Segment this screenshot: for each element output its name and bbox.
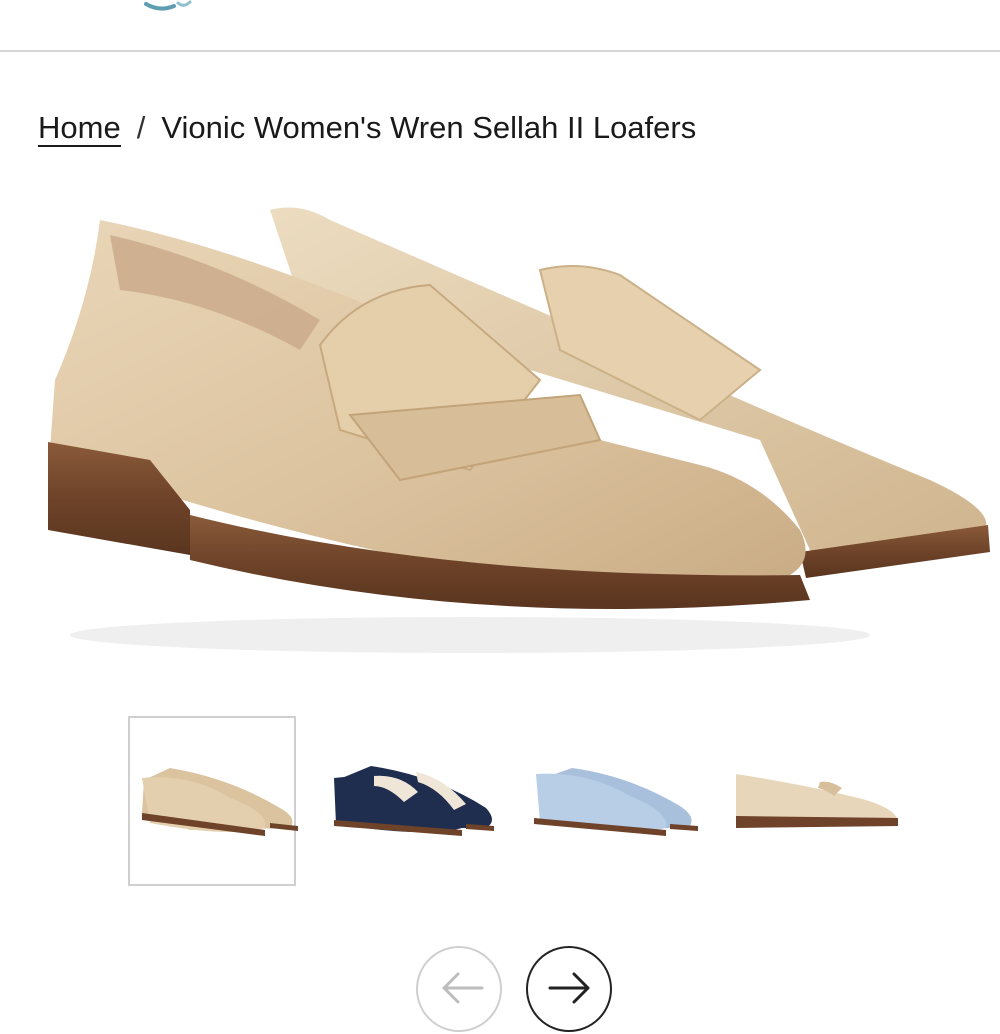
breadcrumb: Home / Vionic Women's Wren Sellah II Loafe… — [38, 106, 696, 150]
gallery-prev-button[interactable] — [416, 946, 502, 1032]
main-product-image[interactable] — [0, 180, 1000, 680]
thumbnail-strip — [0, 716, 1000, 892]
loafer-pair-image — [48, 207, 990, 653]
gold-loafer-thumb-image — [142, 768, 298, 836]
navy-loafer-thumb-image — [334, 766, 494, 836]
vionic-logo-icon[interactable] — [140, 0, 210, 16]
blue-loafer-thumb-image — [534, 768, 698, 836]
thumbnail-gold-side[interactable] — [730, 716, 898, 886]
breadcrumb-current-page: Vionic Women's Wren Sellah II Loafers — [161, 110, 697, 145]
arrow-right-icon — [548, 972, 590, 1004]
gold-loafer-side-thumb-image — [736, 774, 898, 828]
thumbnail-gold-pair[interactable] — [128, 716, 298, 886]
header-divider — [0, 50, 1000, 52]
arrow-left-icon — [442, 972, 484, 1004]
top-header — [0, 0, 1000, 52]
thumbnail-blue-pair[interactable] — [530, 716, 698, 886]
breadcrumb-separator: / — [136, 110, 146, 145]
breadcrumb-home-link[interactable]: Home — [38, 110, 121, 147]
thumbnail-navy-pair[interactable] — [326, 716, 494, 886]
gallery-next-button[interactable] — [526, 946, 612, 1032]
